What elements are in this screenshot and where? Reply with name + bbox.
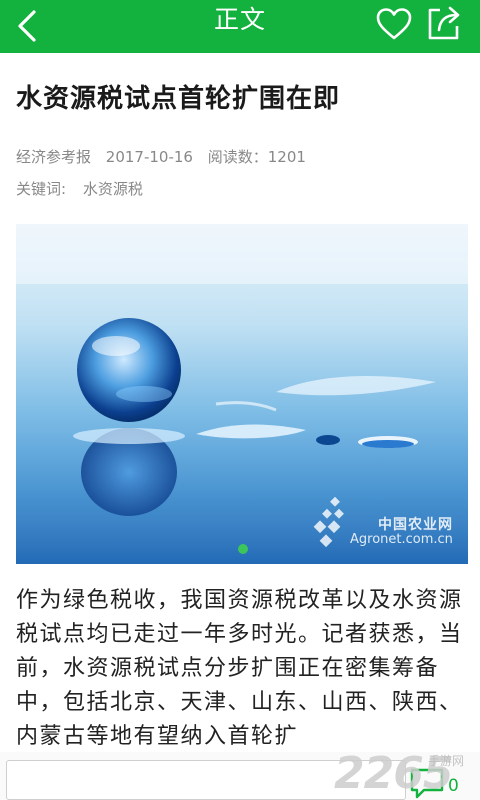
article-read-count: 阅读数：1201	[207, 148, 306, 166]
share-export-icon	[428, 6, 460, 40]
top-nav-bar: 正文	[0, 0, 480, 53]
agronet-logo-icon	[313, 496, 344, 548]
carousel-indicator-dot[interactable]	[238, 544, 248, 554]
keywords-label: 关键词:	[16, 180, 67, 198]
keyword-tag[interactable]: 水资源税	[83, 180, 143, 198]
image-watermark-en: Agronet.com.cn	[350, 532, 453, 547]
site-watermark-sub: 手游网	[428, 754, 465, 768]
article-body: 作为绿色税收，我国资源税改革以及水资源税试点均已走过一年多时光。记者获悉，当前，…	[16, 588, 463, 749]
favorite-button[interactable]	[372, 4, 416, 44]
heart-outline-icon	[376, 8, 412, 40]
share-button[interactable]	[420, 2, 468, 44]
water-droplet-illustration	[16, 224, 468, 564]
article-meta: 经济参考报 2017-10-16 阅读数：1201	[16, 146, 316, 167]
article-date: 2017-10-16	[105, 148, 193, 166]
article-headline: 水资源税试点首轮扩围在即	[16, 84, 341, 114]
article-source: 经济参考报	[16, 148, 92, 166]
article-keywords: 关键词: 水资源税	[16, 178, 143, 199]
article-hero-image[interactable]: 中国农业网 Agronet.com.cn	[16, 224, 468, 564]
image-watermark-cn: 中国农业网	[378, 517, 453, 533]
